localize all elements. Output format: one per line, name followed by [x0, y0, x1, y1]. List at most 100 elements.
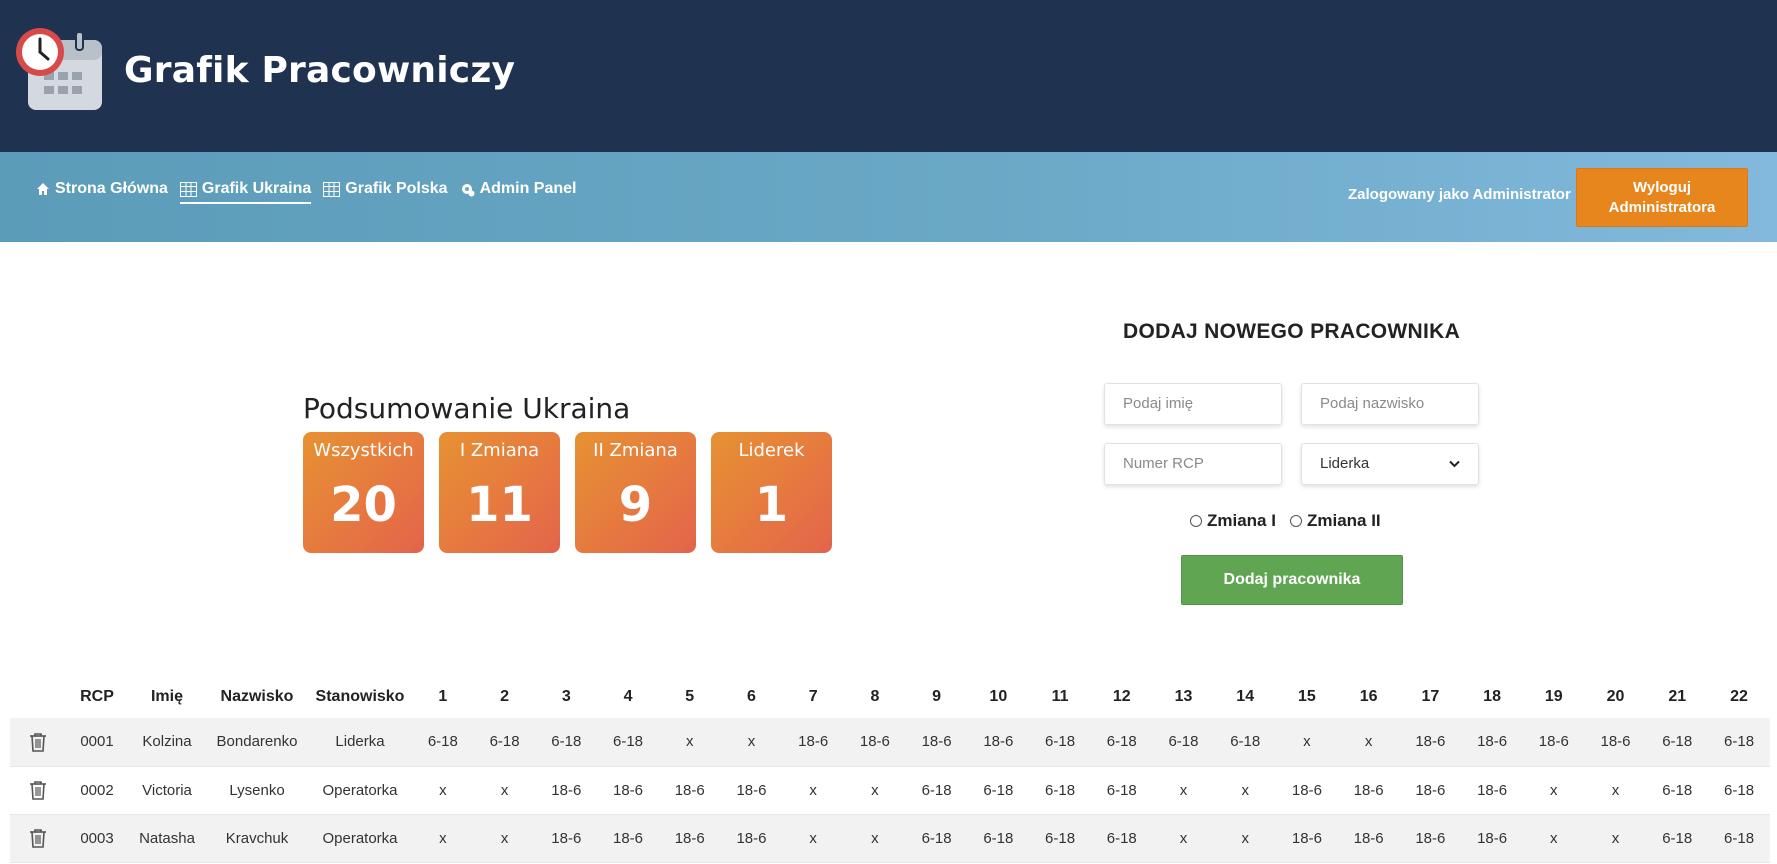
main-nav: Strona Główna Grafik Ukraina Grafik Pols… [36, 180, 576, 204]
last-name-cell: Lysenko [229, 781, 285, 799]
shift-cell: x [1179, 781, 1188, 799]
column-header: 17 [1421, 688, 1440, 705]
position-select-value: Liderka [1320, 455, 1370, 472]
shift-cell: x [1611, 781, 1620, 799]
column-header: RCP [80, 688, 114, 705]
shift-cell: x [1179, 829, 1188, 847]
stat-label: Wszystkich [313, 440, 414, 461]
trash-icon[interactable] [29, 828, 47, 848]
column-header: 21 [1668, 688, 1687, 705]
shift-cell: 18-6 [1600, 733, 1631, 751]
nav-item-admin-panel[interactable]: Admin Panel [460, 180, 576, 204]
stat-label: Liderek [738, 440, 805, 461]
nav-item-grafik-polska[interactable]: Grafik Polska [323, 180, 448, 204]
shift-cell: 6-18 [983, 781, 1014, 799]
shift-cell: x [500, 781, 509, 799]
stat-card-shift-1: I Zmiana 11 [439, 432, 560, 553]
shift-2-radio[interactable]: Zmiana II [1289, 511, 1381, 531]
shift-cell: 6-18 [1106, 781, 1137, 799]
nav-item-home[interactable]: Strona Główna [36, 180, 168, 204]
column-header: 3 [561, 688, 571, 705]
add-employee-button[interactable]: Dodaj pracownika [1181, 555, 1403, 605]
column-header: 22 [1730, 688, 1748, 705]
shift-cell: 6-18 [489, 733, 520, 751]
shift-cell: x [1611, 829, 1620, 847]
shift-cell: x [871, 829, 879, 847]
column-header: 19 [1544, 688, 1563, 705]
column-header: 15 [1298, 688, 1316, 705]
table-icon [323, 181, 341, 197]
first-name-cell: Victoria [142, 781, 192, 799]
shift-cell: 6-18 [1724, 733, 1755, 751]
radio-label: Zmiana I [1207, 511, 1276, 530]
column-header: 16 [1359, 688, 1378, 705]
shift-cell: x [439, 781, 447, 799]
shift-cell: x [500, 829, 509, 847]
app-title: Grafik Pracowniczy [124, 50, 516, 91]
schedule-table: RCP Imię Nazwisko Stanowisko 1 2 3 4 5 6 7 8 9 10 11 12… [10, 676, 1770, 863]
shift-cell: 18-6 [1415, 781, 1446, 799]
stat-label: I Zmiana [459, 440, 540, 461]
shift-cell: x [809, 829, 817, 847]
first-name-field[interactable]: Podaj imię [1104, 383, 1282, 425]
shift-cell: x [1241, 781, 1249, 799]
table-header-row: RCP Imię Nazwisko Stanowisko 1 2 3 4 5 6 7 8 9 10 11 12… [10, 676, 1770, 718]
shift-cell: 6-18 [1106, 733, 1137, 751]
delete-cell [10, 718, 66, 766]
shift-cell: 18-6 [921, 733, 952, 751]
shift-cell: 18-6 [859, 733, 890, 751]
logout-label-line2: Administratora [1608, 198, 1716, 216]
first-name-cell: Natasha [139, 829, 195, 847]
shift-cell: 18-6 [674, 781, 705, 799]
table-icon [179, 181, 197, 197]
trash-icon[interactable] [29, 732, 47, 752]
shift-cell: 18-6 [798, 733, 829, 751]
home-icon [37, 183, 49, 195]
column-header: 10 [989, 688, 1008, 705]
shift-cell: 18-6 [1291, 829, 1322, 847]
shift-cell: 18-6 [1538, 733, 1569, 751]
shift-cell: x [747, 733, 756, 751]
position-cell: Liderka [335, 733, 385, 751]
column-header: Imię [150, 688, 183, 705]
shift-1-radio[interactable]: Zmiana I [1190, 511, 1276, 531]
rcp-number-field[interactable]: Numer RCP [1104, 443, 1282, 485]
stat-card-shift-2: II Zmiana 9 [575, 432, 696, 553]
stat-card-all: Wszystkich 20 [303, 432, 424, 553]
stat-value: 11 [466, 477, 533, 533]
last-name-field[interactable]: Podaj nazwisko [1301, 383, 1479, 425]
shift-cell: 18-6 [674, 829, 705, 847]
column-header: 13 [1174, 688, 1193, 705]
shift-cell: 6-18 [1662, 829, 1693, 847]
position-select[interactable]: Liderka [1301, 443, 1479, 485]
column-header: 1 [438, 688, 448, 705]
nav-item-label: Strona Główna [55, 180, 168, 197]
shift-cell: 18-6 [1477, 829, 1508, 847]
column-header: Nazwisko [220, 688, 294, 705]
admin-icon [461, 183, 475, 196]
shift-cell: 6-18 [1724, 829, 1755, 847]
nav-item-grafik-ukraina[interactable]: Grafik Ukraina [179, 180, 312, 204]
shift-cell: 6-18 [427, 733, 458, 751]
position-cell: Operatorka [322, 781, 398, 799]
shift-cell: 18-6 [1353, 829, 1384, 847]
logout-button[interactable]: Wyloguj Administratora [1576, 168, 1748, 227]
radio-circle [1190, 515, 1202, 527]
shift-radio-group: Zmiana I Zmiana II [1190, 511, 1381, 531]
radio-circle [1289, 515, 1302, 527]
shift-cell: 6-18 [1045, 733, 1076, 751]
logout-label-line1: Wyloguj [1632, 178, 1692, 196]
column-header: 14 [1236, 688, 1255, 705]
first-name-cell: Kolzina [142, 733, 192, 751]
table-row: 0001 Kolzina Bondarenko Liderka 6-18 6-18 6-18… [10, 718, 1770, 766]
shift-cell: 6-18 [1045, 829, 1076, 847]
trash-icon[interactable] [29, 780, 47, 800]
table-row: 0003 Natasha Kravchuk Operatorka x x 18-6 18-6 1… [10, 814, 1770, 862]
column-header: 7 [808, 688, 818, 705]
column-header: 5 [685, 688, 695, 705]
delete-cell [10, 766, 66, 814]
stat-value: 20 [330, 477, 397, 533]
summary-title: Podsumowanie Ukraina [303, 392, 631, 425]
column-header: Stanowisko [315, 688, 405, 705]
delete-cell [10, 814, 66, 862]
